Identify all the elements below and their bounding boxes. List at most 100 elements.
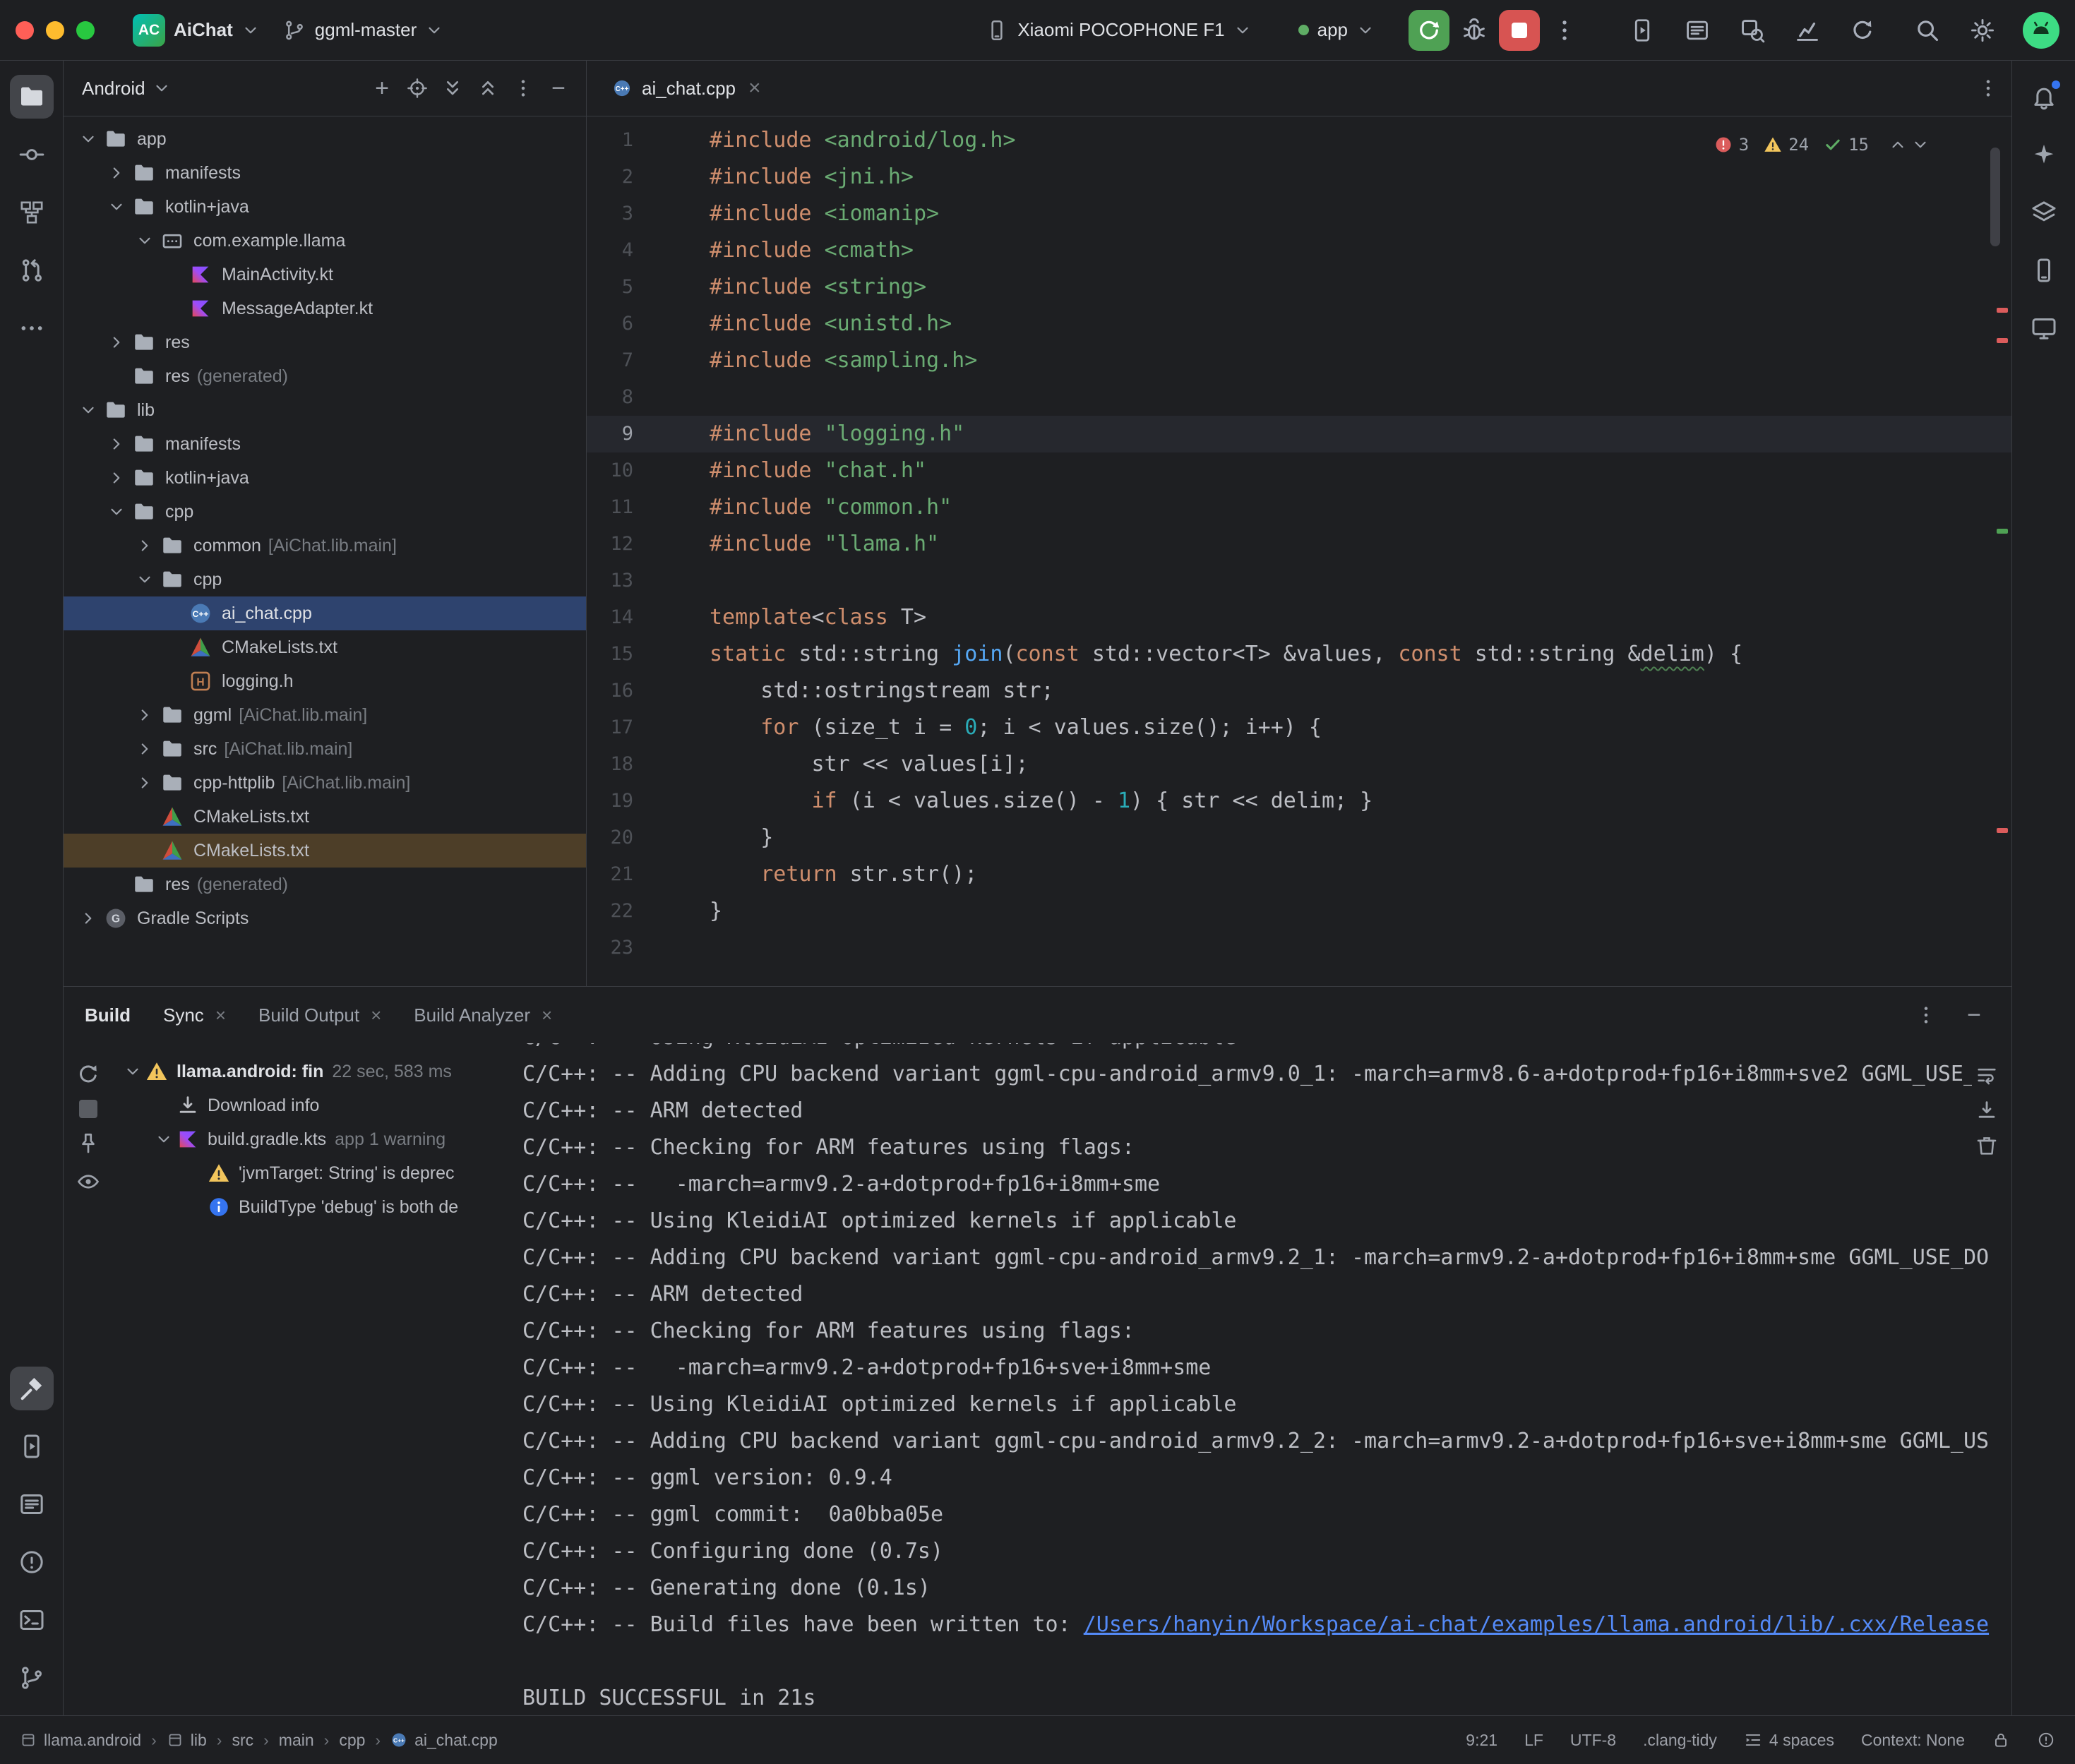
chevron-down-icon[interactable]: [120, 1059, 145, 1084]
tab-build-analyzer[interactable]: Build Analyzer ×: [414, 987, 552, 1043]
terminal-tool-button[interactable]: [10, 1598, 54, 1642]
breadcrumb-ai-chat-cpp[interactable]: ai_chat.cpp: [390, 1731, 498, 1750]
assistant-button[interactable]: [2022, 133, 2066, 176]
close-window-button[interactable]: [16, 21, 34, 40]
errors-count[interactable]: 3: [1714, 126, 1749, 163]
chevron-down-icon[interactable]: [1911, 136, 1930, 154]
chevron-down-icon[interactable]: [103, 498, 130, 525]
running-devices-tool-button[interactable]: [10, 1424, 54, 1468]
pin-tab-button[interactable]: [76, 1131, 101, 1156]
tree-item-cpp-httplib[interactable]: cpp-httplib[AiChat.lib.main]: [64, 766, 586, 800]
pull-requests-tool-button[interactable]: [10, 248, 54, 292]
caret-position[interactable]: 9:21: [1466, 1731, 1497, 1750]
more-tool-windows-button[interactable]: [10, 306, 54, 350]
chevron-right-icon[interactable]: [75, 905, 102, 932]
lock-status[interactable]: [1992, 1731, 2010, 1749]
tree-item-common[interactable]: common[AiChat.lib.main]: [64, 529, 586, 563]
code-line[interactable]: 2#include <jni.h>: [587, 159, 2011, 196]
passed-count[interactable]: 15: [1823, 126, 1869, 163]
tree-item-cpp[interactable]: cpp: [64, 495, 586, 529]
device-selector[interactable]: Xiaomi POCOPHONE F1: [976, 13, 1260, 48]
code-line[interactable]: 13: [587, 563, 2011, 599]
code-line[interactable]: 20 }: [587, 820, 2011, 856]
context-status[interactable]: Context: None: [1861, 1731, 1965, 1750]
build-tree-item-build-gradle-kts[interactable]: build.gradle.ktsapp 1 warning: [113, 1122, 508, 1156]
restart-sync-button[interactable]: [76, 1062, 101, 1087]
chevron-right-icon[interactable]: [131, 736, 158, 762]
chevron-right-icon[interactable]: [131, 532, 158, 559]
hide-build-panel-button[interactable]: −: [1958, 999, 1990, 1031]
close-tab-icon[interactable]: ×: [215, 1006, 226, 1024]
tree-item-res[interactable]: res(generated): [64, 359, 586, 393]
build-tree-item-llama-android-fin[interactable]: llama.android: fin22 sec, 583 ms: [113, 1055, 508, 1088]
code-line[interactable]: 5#include <string>: [587, 269, 2011, 306]
build-tree-item-jvmtarget-string-is-deprec[interactable]: 'jvmTarget: String' is deprec: [113, 1156, 508, 1190]
indent-config[interactable]: 4 spaces: [1744, 1731, 1834, 1750]
code-line[interactable]: 18 str << values[i];: [587, 746, 2011, 783]
chevron-down-icon[interactable]: [75, 397, 102, 424]
breadcrumb-src[interactable]: src: [232, 1731, 253, 1750]
search-everywhere-button[interactable]: [1908, 11, 1947, 49]
device-explorer-button[interactable]: [2022, 248, 2066, 292]
commit-tool-button[interactable]: [10, 133, 54, 176]
sync-project-button[interactable]: [1843, 11, 1882, 49]
tree-item-messageadapter-kt[interactable]: MessageAdapter.kt: [64, 292, 586, 325]
tree-item-cmakelists-txt[interactable]: CMakeLists.txt: [64, 800, 586, 834]
breadcrumb-llama-android[interactable]: llama.android: [20, 1731, 141, 1750]
structure-tool-button[interactable]: [10, 191, 54, 234]
code-line[interactable]: 11#include "common.h": [587, 489, 2011, 526]
problems-tool-button[interactable]: [10, 1540, 54, 1584]
project-options-button[interactable]: [507, 72, 539, 104]
close-tab-icon[interactable]: ×: [748, 78, 761, 99]
run-config-selector[interactable]: app: [1290, 13, 1383, 47]
stop-sync-button[interactable]: [79, 1100, 97, 1118]
file-encoding[interactable]: UTF-8: [1570, 1731, 1616, 1750]
tree-item-logging-h[interactable]: logging.h: [64, 664, 586, 698]
project-tool-button[interactable]: [10, 75, 54, 119]
chevron-right-icon[interactable]: [103, 329, 130, 356]
inspection-status[interactable]: [2037, 1731, 2055, 1749]
app-inspection-button[interactable]: [1733, 11, 1771, 49]
profiler-button[interactable]: [1788, 11, 1826, 49]
editor-scrollbar[interactable]: [1990, 148, 2000, 246]
tree-item-ai-chat-cpp[interactable]: ai_chat.cpp: [64, 596, 586, 630]
close-tab-icon[interactable]: ×: [371, 1006, 381, 1024]
gradle-tool-button[interactable]: [2022, 191, 2066, 234]
tree-item-gradle-scripts[interactable]: Gradle Scripts: [64, 901, 586, 935]
run-button[interactable]: [1409, 10, 1449, 51]
logcat-button[interactable]: [1678, 11, 1716, 49]
error-stripe-mark[interactable]: [1997, 338, 2008, 343]
code-line[interactable]: 4#include <cmath>: [587, 232, 2011, 269]
tree-item-res[interactable]: res: [64, 325, 586, 359]
project-view-selector[interactable]: Android: [75, 73, 178, 104]
code-line[interactable]: 6#include <unistd.h>: [587, 306, 2011, 342]
code-line[interactable]: 12#include "llama.h": [587, 526, 2011, 563]
device-manager-button[interactable]: [1623, 11, 1661, 49]
chevron-up-icon[interactable]: [1889, 136, 1907, 154]
build-tree-item-download-info[interactable]: Download info: [113, 1088, 508, 1122]
tree-item-ggml[interactable]: ggml[AiChat.lib.main]: [64, 698, 586, 732]
tree-item-manifests[interactable]: manifests: [64, 427, 586, 461]
error-stripe-mark[interactable]: [1997, 308, 2008, 313]
breadcrumb-main[interactable]: main: [279, 1731, 314, 1750]
tab-options-button[interactable]: [1972, 72, 2004, 104]
tree-item-app[interactable]: app: [64, 122, 586, 156]
chevron-down-icon[interactable]: [131, 566, 158, 593]
settings-button[interactable]: [1963, 11, 2002, 49]
code-line[interactable]: 8: [587, 379, 2011, 416]
chevron-down-icon[interactable]: [131, 227, 158, 254]
version-control-tool-button[interactable]: [10, 1656, 54, 1700]
chevron-down-icon[interactable]: [75, 126, 102, 152]
code-line[interactable]: 9#include "logging.h": [587, 416, 2011, 452]
running-devices-button[interactable]: [2022, 306, 2066, 350]
breadcrumb-cpp[interactable]: cpp: [339, 1731, 365, 1750]
chevron-down-icon[interactable]: [103, 193, 130, 220]
chevron-right-icon[interactable]: [131, 769, 158, 796]
code-line[interactable]: 15static std::string join(const std::vec…: [587, 636, 2011, 673]
chevron-right-icon[interactable]: [103, 160, 130, 186]
tree-item-src[interactable]: src[AiChat.lib.main]: [64, 732, 586, 766]
expand-all-button[interactable]: [436, 72, 469, 104]
locate-file-button[interactable]: [401, 72, 433, 104]
code-line[interactable]: 21 return str.str();: [587, 856, 2011, 893]
build-output-path-link[interactable]: /Users/hanyin/Workspace/ai-chat/examples…: [1084, 1612, 1989, 1637]
